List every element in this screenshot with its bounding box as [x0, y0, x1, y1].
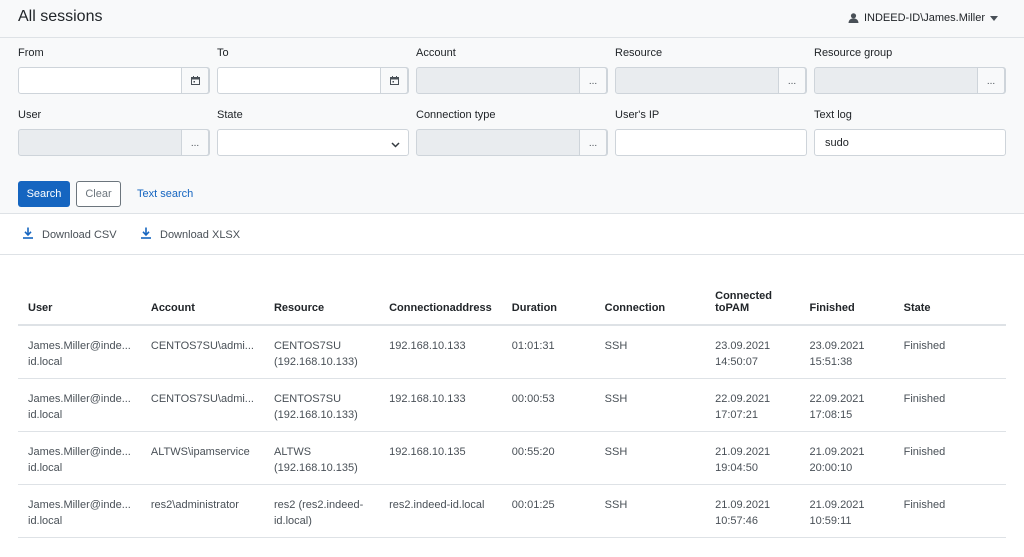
person-icon [848, 13, 859, 23]
table-row[interactable]: James.Miller@inde... id.local ALTWS\ipams… [18, 431, 1006, 485]
col-header-state[interactable]: State [893, 280, 1006, 326]
calendar-icon[interactable] [380, 67, 408, 94]
cell-resource: res2 (res2.indeed-id.local) [263, 484, 380, 538]
table-row[interactable]: James.Miller@inde... id.local CENTOS7SU\a… [18, 378, 1006, 432]
cell-resource: ALTWS (192.168.10.135) [263, 431, 380, 485]
resource-group-label: Resource group [814, 47, 893, 59]
chevron-down-icon [391, 139, 400, 151]
cell-state: Finished [893, 431, 1006, 485]
cell-connection: SSH [594, 484, 706, 538]
text-log-value: sudo [825, 137, 849, 149]
calendar-icon[interactable] [181, 67, 209, 94]
table-row[interactable]: James.Miller@inde... id.local CENTOS7SU\a… [18, 325, 1006, 379]
cell-user: James.Miller@inde... id.local [18, 484, 141, 538]
user-menu[interactable]: INDEED-ID\James.Miller [848, 12, 998, 24]
cell-finished: 21.09.2021 10:59:11 [799, 484, 894, 538]
resource-group-picker-button[interactable]: ... [977, 67, 1005, 94]
cell-state: Finished [893, 325, 1006, 379]
user-input[interactable]: ... [18, 129, 210, 156]
cell-duration: 00:01:25 [501, 484, 595, 538]
cell-duration: 00:00:53 [501, 378, 595, 432]
cell-finished: 22.09.2021 17:08:15 [799, 378, 894, 432]
state-label: State [217, 109, 243, 121]
cell-address: 192.168.10.133 [379, 378, 502, 432]
col-header-duration[interactable]: Duration [501, 280, 595, 326]
resource-input[interactable]: ... [615, 67, 807, 94]
cell-state: Finished [893, 378, 1006, 432]
download-xlsx-link[interactable]: Download XLSX [140, 227, 240, 242]
cell-account: ALTWS\ipamservice [140, 431, 264, 485]
user-name: INDEED-ID\James.Miller [863, 12, 985, 24]
resource-picker-button[interactable]: ... [778, 67, 806, 94]
cell-finished: 23.09.2021 15:51:38 [799, 325, 894, 379]
cell-account: res2\administrator [140, 484, 264, 538]
user-picker-button[interactable]: ... [181, 129, 209, 156]
cell-finished: 21.09.2021 20:00:10 [799, 431, 894, 485]
caret-down-icon [990, 15, 998, 21]
sessions-table: User Account Resource Connectionaddress … [18, 280, 1006, 538]
text-log-input[interactable]: sudo [814, 129, 1006, 156]
cell-user: James.Miller@inde... id.local [18, 431, 141, 485]
account-picker-button[interactable]: ... [579, 67, 607, 94]
col-header-finished[interactable]: Finished [799, 280, 894, 326]
col-header-account[interactable]: Account [140, 280, 264, 326]
cell-account: CENTOS7SU\admi... [140, 325, 264, 379]
text-log-label: Text log [814, 109, 852, 121]
cell-connected: 23.09.2021 14:50:07 [705, 325, 800, 379]
cell-connection: SSH [594, 431, 706, 485]
text-search-link[interactable]: Text search [137, 188, 193, 200]
col-header-connected-to-pam[interactable]: Connected toPAM [705, 280, 800, 326]
cell-resource: CENTOS7SU (192.168.10.133) [263, 325, 380, 379]
download-csv-label: Download CSV [42, 228, 117, 241]
download-bar: Download CSV Download XLSX [0, 215, 1024, 255]
table-row[interactable]: James.Miller@inde... id.local res2\admini… [18, 484, 1006, 538]
page-header: All sessions INDEED-ID\James.Miller [0, 0, 1024, 38]
connection-type-picker-button[interactable]: ... [579, 129, 607, 156]
page-title: All sessions [18, 8, 103, 25]
cell-account: CENTOS7SU\admi... [140, 378, 264, 432]
from-label: From [18, 47, 44, 59]
cell-address: 192.168.10.135 [379, 431, 502, 485]
cell-address: 192.168.10.133 [379, 325, 502, 379]
users-ip-label: User's IP [615, 109, 660, 121]
account-label: Account [416, 47, 456, 59]
search-button[interactable]: Search [18, 181, 70, 207]
download-xlsx-label: Download XLSX [160, 228, 241, 241]
download-csv-link[interactable]: Download CSV [22, 227, 117, 242]
col-header-resource[interactable]: Resource [263, 280, 380, 326]
to-date-input[interactable] [217, 67, 409, 94]
col-header-connection[interactable]: Connection [594, 280, 706, 326]
cell-connection: SSH [594, 325, 706, 379]
cell-user: James.Miller@inde... id.local [18, 325, 141, 379]
account-input[interactable]: ... [416, 67, 608, 94]
download-icon [140, 227, 152, 242]
cell-connected: 21.09.2021 10:57:46 [705, 484, 800, 538]
resource-label: Resource [615, 47, 663, 59]
cell-resource: CENTOS7SU (192.168.10.133) [263, 378, 380, 432]
table-header-row: User Account Resource Connectionaddress … [18, 280, 1006, 326]
cell-connection: SSH [594, 378, 706, 432]
cell-connected: 21.09.2021 19:04:50 [705, 431, 800, 485]
state-select[interactable] [217, 129, 409, 156]
cell-user: James.Miller@inde... id.local [18, 378, 141, 432]
cell-address: res2.indeed-id.local [379, 484, 502, 538]
col-header-user[interactable]: User [18, 280, 141, 326]
to-label: To [217, 47, 229, 59]
clear-button[interactable]: Clear [76, 181, 121, 207]
from-date-input[interactable] [18, 67, 210, 94]
col-header-connection-address[interactable]: Connectionaddress [379, 280, 502, 326]
cell-state: Finished [893, 484, 1006, 538]
connection-type-label: Connection type [416, 109, 496, 121]
user-label: User [18, 109, 42, 121]
cell-connected: 22.09.2021 17:07:21 [705, 378, 800, 432]
cell-duration: 01:01:31 [501, 325, 595, 379]
connection-type-input[interactable]: ... [416, 129, 608, 156]
download-icon [22, 227, 34, 242]
users-ip-input[interactable] [615, 129, 807, 156]
cell-duration: 00:55:20 [501, 431, 595, 485]
resource-group-input[interactable]: ... [814, 67, 1006, 94]
